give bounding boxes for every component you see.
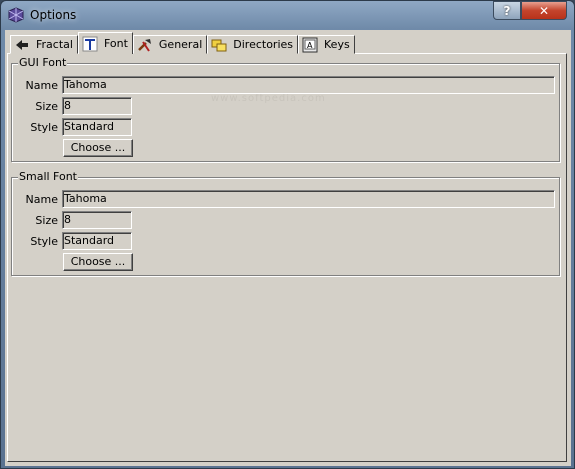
tab-label: Directories: [233, 38, 294, 51]
options-window: Options ? ✕ Fractal Font General Directo…: [0, 0, 575, 469]
choose-button[interactable]: Choose ...: [63, 139, 133, 157]
close-button[interactable]: ✕: [521, 1, 567, 20]
name-label: Name: [25, 79, 58, 92]
tab-keys[interactable]: A Keys: [298, 35, 355, 54]
help-button[interactable]: ?: [493, 1, 521, 20]
style-field[interactable]: Standard: [62, 232, 132, 250]
svg-text:A: A: [307, 41, 313, 50]
tab-label: Font: [103, 37, 128, 50]
style-field[interactable]: Standard: [62, 118, 132, 136]
tab-label: General: [158, 38, 203, 51]
size-field[interactable]: 8: [62, 211, 132, 229]
close-icon: ✕: [538, 3, 550, 18]
font-icon: [82, 36, 98, 51]
tab-label: Fractal: [36, 38, 73, 51]
size-label: Size: [35, 100, 58, 113]
tab-fractal[interactable]: Fractal: [10, 35, 78, 54]
choose-button[interactable]: Choose ...: [63, 253, 133, 271]
style-label: Style: [30, 121, 58, 134]
group-title: GUI Font: [18, 56, 68, 69]
style-label: Style: [30, 235, 58, 248]
folders-icon: [211, 39, 227, 51]
fractal-icon: [16, 39, 28, 50]
gui-font-group: GUI Font Name Tahoma Size 8 Style Standa…: [11, 56, 560, 162]
name-label: Name: [25, 193, 58, 206]
tab-font[interactable]: Font: [77, 32, 133, 54]
dialog-client: Fractal Font General Directories A Keys …: [5, 30, 571, 466]
tab-directories[interactable]: Directories: [207, 35, 299, 54]
size-field[interactable]: 8: [62, 97, 132, 115]
tools-icon: [138, 38, 151, 52]
keys-icon: A: [302, 37, 318, 52]
title-bar[interactable]: Options ? ✕: [1, 1, 574, 30]
tab-label: Keys: [324, 38, 350, 51]
tab-general[interactable]: General: [132, 35, 208, 54]
size-label: Size: [35, 214, 58, 227]
app-icon: [8, 7, 24, 23]
small-font-group: Small Font Name Tahoma Size 8 Style Stan…: [11, 170, 560, 276]
name-field[interactable]: Tahoma: [62, 76, 555, 94]
group-title: Small Font: [18, 170, 78, 183]
name-field[interactable]: Tahoma: [62, 190, 555, 208]
tab-strip: Fractal Font General Directories A Keys: [10, 32, 355, 54]
window-title: Options: [30, 8, 77, 22]
